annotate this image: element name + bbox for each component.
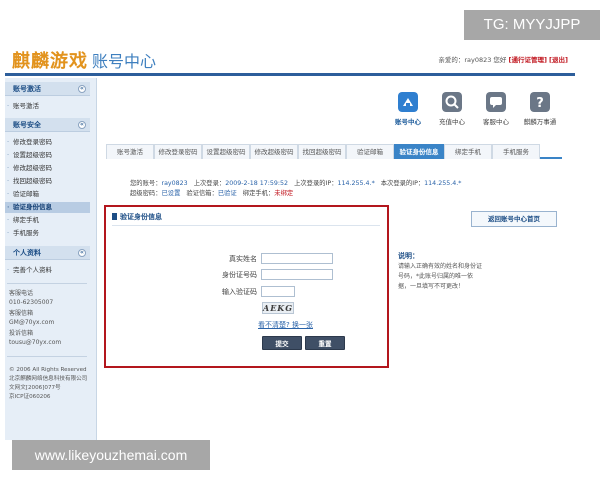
captcha-image: AEKG — [262, 302, 294, 314]
account-icon — [398, 92, 418, 112]
account-value: ray0823 — [161, 180, 188, 187]
recharge-icon — [442, 92, 462, 112]
this-ip-value: 114.255.4.* — [424, 180, 462, 187]
real-name-label: 真实姓名 — [229, 255, 257, 263]
last-login-label: 上次登录： — [193, 180, 226, 187]
reset-button[interactable]: 重置 — [305, 336, 345, 350]
sidebar-section-title: 账号安全 — [13, 121, 41, 129]
sidebar-item-verify-identity[interactable]: 验证身份信息 — [5, 202, 90, 213]
captcha-label: 输入验证码 — [222, 288, 257, 296]
email-status: 已验证 — [217, 190, 237, 197]
sidebar-item-bind-phone[interactable]: 绑定手机 — [5, 215, 90, 226]
sidebar-item-recover-super-password[interactable]: 找回超级密码 — [5, 176, 90, 187]
sidebar-divider — [7, 356, 87, 357]
complaint-value[interactable]: tousu@70yx.com — [9, 338, 61, 347]
nav-label: 麒麟万事通 — [523, 118, 557, 126]
hotline-value: 010-62305007 — [9, 299, 54, 306]
super-password-label: 超级密码： — [130, 190, 162, 197]
last-ip-value: 114.255.4.* — [337, 180, 375, 187]
arrow-icon — [112, 213, 117, 220]
header-divider — [5, 73, 575, 76]
id-number-label: 身份证号码 — [222, 271, 257, 279]
panel-title: 验证身份信息 — [112, 212, 162, 222]
phone-label: 绑定手机： — [242, 190, 275, 197]
nav-label: 账号中心 — [395, 118, 421, 126]
help-icon: ? — [530, 92, 550, 112]
hotline-label: 客服电话 — [9, 290, 34, 297]
footer-copyright: © 2006 All Rights Reserved — [9, 367, 87, 373]
note-title: 说明： — [398, 252, 419, 260]
watermark-tag-top: TG: MYYJJPP — [464, 10, 600, 40]
tab-bind-phone[interactable]: 绑定手机 — [444, 144, 492, 159]
account-label: 您的账号： — [130, 180, 162, 187]
tab-change-super-password[interactable]: 修改超级密码 — [250, 144, 298, 159]
mail-label: 客服信箱 — [9, 310, 34, 317]
sidebar-item-profile[interactable]: 完善个人资料 — [5, 265, 90, 276]
nav-support-center[interactable]: 客服中心 — [476, 92, 516, 126]
brand-logo[interactable]: 麒麟游戏 — [12, 47, 88, 73]
tab-activate[interactable]: 账号激活 — [106, 144, 154, 159]
support-icon — [486, 92, 506, 112]
footer-icp: 京ICP证060206 — [9, 394, 51, 400]
welcome-text: 亲爱的：ray0823 您好 — [438, 56, 507, 64]
welcome-bar: 亲爱的：ray0823 您好 [通行证管理] [退出] — [438, 54, 568, 64]
sidebar-section-security[interactable]: 账号安全 « — [5, 118, 90, 132]
real-name-input[interactable] — [261, 253, 333, 264]
sidebar-section-title: 个人资料 — [13, 249, 41, 257]
nav-label: 充值中心 — [439, 118, 465, 126]
id-number-input[interactable] — [261, 269, 333, 280]
tab-phone-service[interactable]: 手机服务 — [492, 144, 540, 159]
mail-value[interactable]: GM@70yx.com — [9, 318, 54, 327]
page-title: 账号中心 — [92, 52, 157, 71]
complaint-label: 投诉信箱 — [9, 330, 34, 337]
footer-license: 文网文[2006]077号 — [9, 385, 61, 391]
collapse-icon[interactable]: « — [78, 85, 86, 93]
tab-set-super-password[interactable]: 设置超级密码 — [202, 144, 250, 159]
tab-change-login-password[interactable]: 修改登录密码 — [154, 144, 202, 159]
watermark-tag-bottom: www.likeyouzhemai.com — [12, 440, 210, 470]
sidebar-item-set-super-password[interactable]: 设置超级密码 — [5, 150, 90, 161]
back-to-account-home-button[interactable]: 返回账号中心首页 — [471, 211, 557, 227]
sidebar-item-change-super-password[interactable]: 修改超级密码 — [5, 163, 90, 174]
svg-text:?: ? — [536, 96, 544, 111]
nav-help[interactable]: ? 麒麟万事通 — [520, 92, 560, 126]
collapse-icon[interactable]: « — [78, 249, 86, 257]
footer-company: 北京麒麟网络信息科技有限公司 — [9, 376, 88, 382]
phone-status: 未绑定 — [274, 190, 294, 197]
account-info-line1: 您的账号：ray0823 上次登录：2009-2-18 17:59:52 上次登… — [130, 178, 461, 187]
sidebar-item-verify-email[interactable]: 验证邮箱 — [5, 189, 90, 200]
sidebar-section-activate[interactable]: 账号激活 « — [5, 82, 90, 96]
sidebar-item-activate[interactable]: 账号激活 — [5, 101, 90, 112]
email-label: 验证信箱： — [186, 190, 218, 197]
last-ip-label: 上次登录的IP： — [294, 180, 338, 187]
sidebar-section-profile[interactable]: 个人资料 « — [5, 246, 90, 260]
nav-label: 客服中心 — [483, 118, 509, 126]
this-ip-label: 本次登录的IP： — [380, 180, 425, 187]
logout-link[interactable]: [退出] — [549, 56, 568, 64]
panel-title-text: 验证身份信息 — [120, 213, 162, 221]
tab-verify-email[interactable]: 验证邮箱 — [346, 144, 394, 159]
nav-account-center[interactable]: 账号中心 — [388, 92, 428, 126]
tab-verify-identity[interactable]: 验证身份信息 — [394, 144, 444, 159]
collapse-icon[interactable]: « — [78, 121, 86, 129]
captcha-input[interactable] — [261, 286, 295, 297]
submit-button[interactable]: 提交 — [262, 336, 302, 350]
pass-manage-link[interactable]: [通行证管理] — [509, 56, 547, 64]
sidebar-divider — [7, 283, 87, 284]
tab-recover-super-password[interactable]: 找回超级密码 — [298, 144, 346, 159]
captcha-refresh-link[interactable]: 看不清楚? 换一张 — [258, 320, 313, 330]
sidebar-item-change-login-password[interactable]: 修改登录密码 — [5, 137, 90, 148]
sidebar-item-phone-service[interactable]: 手机服务 — [5, 228, 90, 239]
super-password-status: 已设置 — [161, 190, 181, 197]
account-info-line2: 超级密码：已设置 验证信箱：已验证 绑定手机：未绑定 — [130, 188, 293, 197]
tab-bar: 账号激活 修改登录密码 设置超级密码 修改超级密码 找回超级密码 验证邮箱 验证… — [106, 144, 562, 159]
nav-recharge-center[interactable]: 充值中心 — [432, 92, 472, 126]
last-login-value: 2009-2-18 17:59:52 — [225, 180, 289, 187]
panel-divider — [112, 225, 380, 226]
note-text: 请输入正确有效的姓名和身份证号码，*此账号归属的唯一依据，一旦填写不可更改！ — [398, 263, 483, 290]
sidebar-section-title: 账号激活 — [13, 85, 41, 93]
